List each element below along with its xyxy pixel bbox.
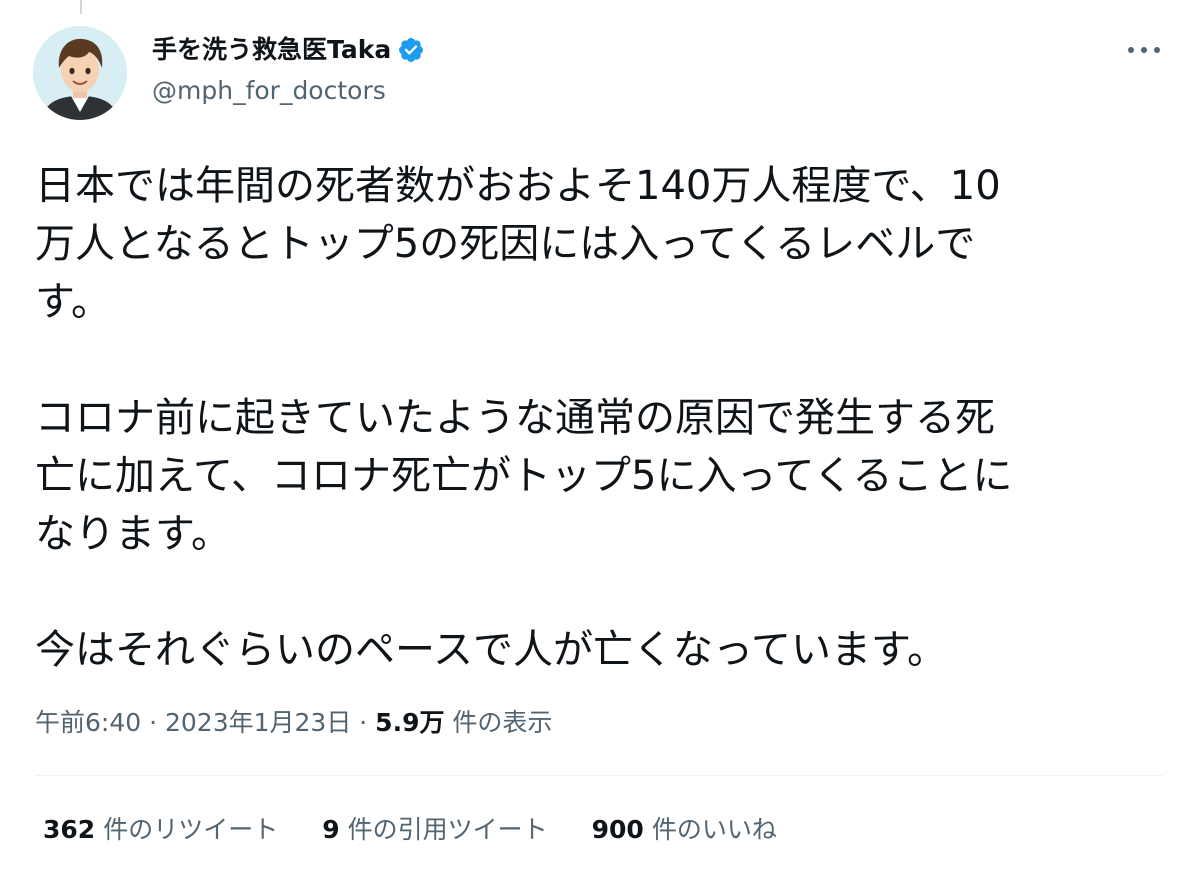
tweet-meta: 午前6:40 · 2023年1月23日 · 5.9万 件の表示 <box>35 703 552 743</box>
retweets-count: 362 <box>43 815 96 844</box>
more-dot-icon <box>1154 47 1160 53</box>
quotes-label: 件の引用ツイート <box>347 815 548 844</box>
likes-label: 件のいいね <box>651 815 777 844</box>
author-display-name[interactable]: 手を洗う救急医Taka <box>152 32 391 68</box>
tweet-stats: 362 件のリツイート 9 件の引用ツイート 900 件のいいね <box>43 810 821 850</box>
divider <box>35 775 1163 776</box>
retweets-label: 件のリツイート <box>103 815 279 844</box>
views-label: 件の表示 <box>452 708 553 737</box>
tweet-paragraph: コロナ前に起きていたような通常の原因で発生する死 亡に加えて、コロナ死亡がトップ… <box>35 395 1013 557</box>
avatar[interactable] <box>33 26 127 120</box>
likes-count: 900 <box>591 815 644 844</box>
tweet-time[interactable]: 午前6:40 <box>35 708 141 737</box>
tweet-date[interactable]: 2023年1月23日 <box>165 708 351 737</box>
tweet-paragraph: 今はそれぐらいのペースで人が亡くなっています。 <box>35 627 947 673</box>
thread-connector-line <box>80 0 82 14</box>
tweet-paragraph: 日本では年間の死者数がおおよそ140万人程度で、10 万人となるとトップ5の死因… <box>35 163 1001 325</box>
retweets-stat-link[interactable]: 362 件のリツイート <box>43 810 278 850</box>
author-handle[interactable]: @mph_for_doctors <box>152 73 386 109</box>
author-name-row: 手を洗う救急医Taka <box>152 32 425 68</box>
views-count: 5.9万 <box>375 708 445 737</box>
more-dot-icon <box>1141 47 1147 53</box>
quotes-stat-link[interactable]: 9 件の引用ツイート <box>322 810 547 850</box>
meta-separator: · <box>351 708 376 737</box>
quotes-count: 9 <box>322 815 340 844</box>
meta-separator: · <box>141 708 165 737</box>
avatar-illustration <box>33 26 127 120</box>
more-dot-icon <box>1128 47 1134 53</box>
more-options-icon[interactable] <box>1128 40 1160 60</box>
tweet-text: 日本では年間の死者数がおおよそ140万人程度で、10 万人となるとトップ5の死因… <box>35 157 1163 679</box>
likes-stat-link[interactable]: 900 件のいいね <box>592 810 777 850</box>
verified-badge-icon <box>397 36 425 64</box>
